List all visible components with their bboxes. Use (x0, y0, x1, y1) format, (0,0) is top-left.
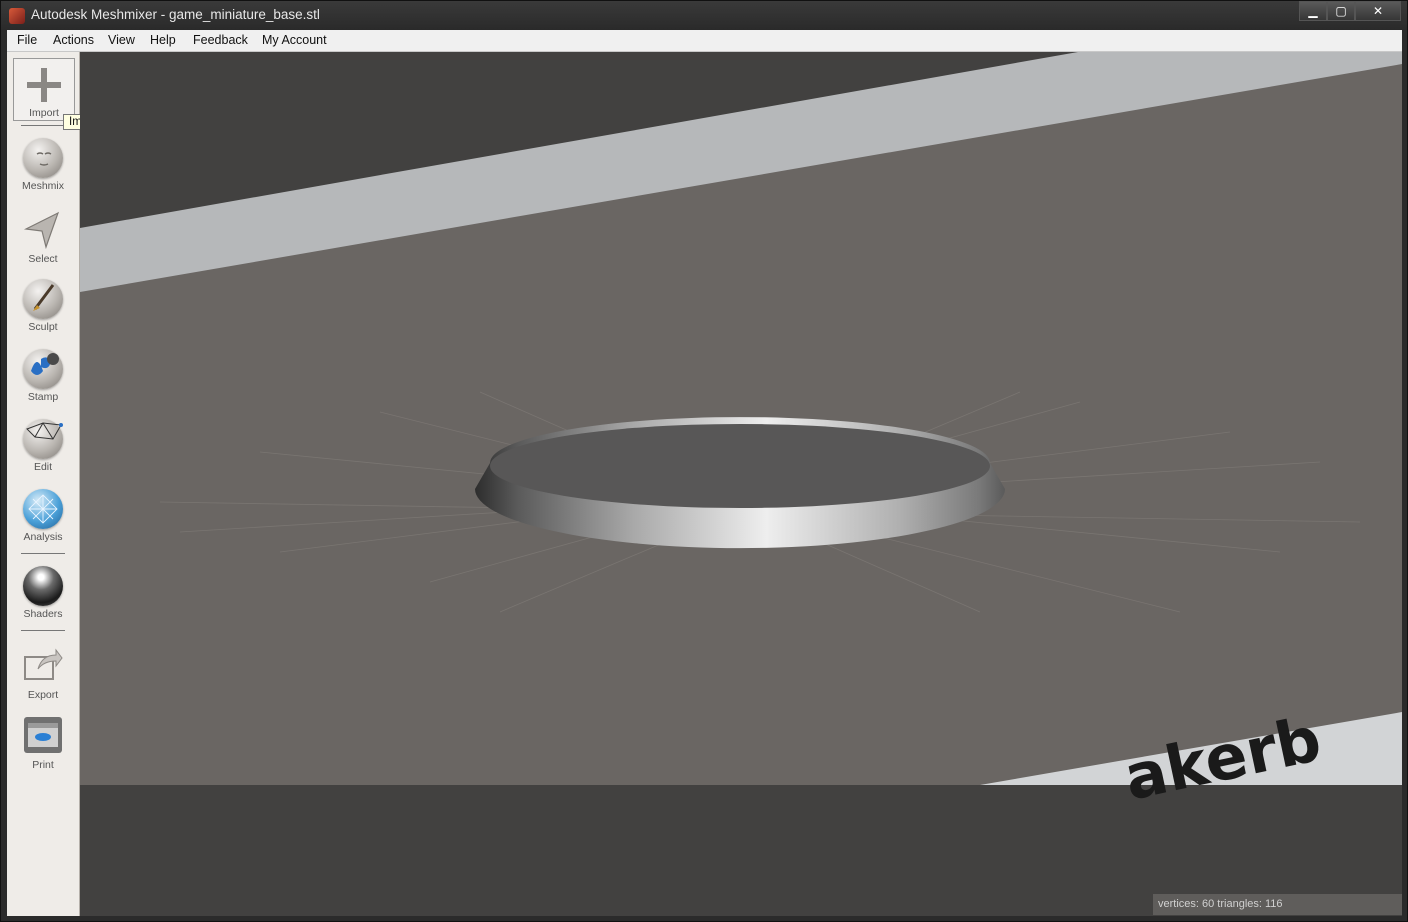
analysis-button[interactable]: Analysis (7, 489, 79, 543)
print-label: Print (32, 759, 54, 771)
import-button[interactable]: Import (13, 58, 75, 121)
tool-sidebar: Import Meshmix Select Sculpt Stamp Edit … (7, 52, 80, 916)
scene-canvas[interactable]: akerb (80, 52, 1402, 916)
meshmix-label: Meshmix (21, 180, 64, 192)
stamp-ball-icon (23, 349, 63, 389)
edit-button[interactable]: Edit (7, 419, 79, 473)
menu-view[interactable]: View (108, 33, 135, 47)
miniature-base-top (490, 424, 990, 508)
menu-file[interactable]: File (17, 33, 37, 47)
select-label: Select (28, 253, 58, 265)
export-button[interactable]: Export (7, 645, 79, 701)
menu-help[interactable]: Help (150, 33, 176, 47)
title-bar: Autodesk Meshmixer - game_miniature_base… (1, 1, 1407, 30)
export-label: Export (27, 689, 59, 701)
print-button[interactable]: Print (7, 715, 79, 771)
edit-label: Edit (33, 461, 53, 473)
menu-my-account[interactable]: My Account (262, 33, 327, 47)
maximize-button[interactable]: ▢ (1327, 1, 1355, 21)
select-button[interactable]: Select (7, 209, 79, 265)
mesh-stats: vertices: 60 triangles: 116 (1153, 894, 1402, 915)
stamp-button[interactable]: Stamp (7, 349, 79, 403)
minimize-button[interactable]: ▁ (1299, 1, 1327, 21)
analysis-ball-icon (23, 489, 63, 529)
meshmixer-logo-icon (9, 8, 25, 24)
menu-feedback[interactable]: Feedback (193, 33, 248, 47)
plus-icon (26, 65, 62, 105)
shaders-label: Shaders (23, 608, 63, 620)
sculpt-button[interactable]: Sculpt (7, 279, 79, 333)
brush-ball-icon (23, 279, 63, 319)
window-title: Autodesk Meshmixer - game_miniature_base… (31, 7, 320, 22)
stamp-label: Stamp (27, 391, 59, 403)
menu-bar: File Actions View Help Feedback My Accou… (7, 30, 1402, 52)
toolbar-divider (21, 630, 65, 631)
face-ball-icon (23, 138, 63, 178)
printer-icon (22, 715, 64, 757)
arrow-icon (22, 209, 64, 251)
app-window: Autodesk Meshmixer - game_miniature_base… (0, 0, 1408, 922)
export-icon (22, 645, 64, 687)
shaders-button[interactable]: Shaders (7, 566, 79, 620)
analysis-label: Analysis (23, 531, 63, 543)
shader-ball-icon (23, 566, 63, 606)
close-button[interactable]: ✕ (1355, 1, 1401, 21)
3d-viewport[interactable]: akerb (80, 52, 1402, 916)
meshmix-button[interactable]: Meshmix (7, 138, 79, 192)
toolbar-divider (21, 125, 65, 126)
mesh-ball-icon (23, 419, 63, 459)
toolbar-divider (21, 553, 65, 554)
menu-actions[interactable]: Actions (53, 33, 94, 47)
sculpt-label: Sculpt (28, 321, 58, 333)
